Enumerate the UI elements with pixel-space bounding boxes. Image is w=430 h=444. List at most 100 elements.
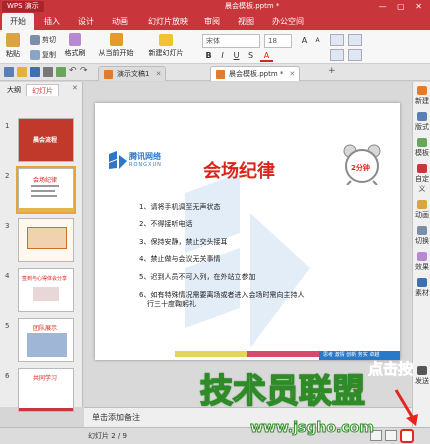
close-tab-icon[interactable]: ✕ xyxy=(156,67,162,82)
tab-home[interactable]: 开始 xyxy=(2,13,34,30)
format-painter-button[interactable]: 格式刷 xyxy=(62,32,88,62)
slide-canvas[interactable]: 腾讯网络 RONGXUN 会场纪律 2分钟 1、请将手机调至无声状态 2、不得接… xyxy=(95,103,400,360)
sidebar-item-template[interactable]: 模板 xyxy=(413,138,430,158)
undo-icon[interactable]: ↶ xyxy=(69,66,77,76)
doc-tab-presentation1[interactable]: 演示文稿1 ✕ xyxy=(98,66,167,82)
font-color-button[interactable]: A xyxy=(260,49,273,62)
bullet-3: 3、保持安静，禁止交头接耳 xyxy=(139,238,228,246)
footer-band-yellow xyxy=(175,351,247,357)
shadow-button[interactable]: S xyxy=(244,49,257,62)
tab-animation[interactable]: 动画 xyxy=(104,13,136,30)
tab-design[interactable]: 设计 xyxy=(70,13,102,30)
grow-font-button[interactable]: A xyxy=(298,34,311,47)
tab-review[interactable]: 审阅 xyxy=(196,13,228,30)
bullet-2: 2、不得接听电话 xyxy=(139,220,193,228)
bullets-icon[interactable] xyxy=(330,49,344,61)
transition-icon xyxy=(417,226,427,235)
bullet-4: 4、禁止做与会议无关事情 xyxy=(139,255,221,263)
close-panel-icon[interactable]: ✕ xyxy=(72,84,78,92)
ribbon-toolbar: 粘贴 剪切 复制 格式刷 从当前开始 新建幻灯片 宋体 18 A A B I U… xyxy=(0,30,430,64)
open-folder-icon[interactable] xyxy=(17,67,27,77)
material-icon xyxy=(417,278,427,287)
underline-button[interactable]: U xyxy=(230,49,243,62)
scissors-icon xyxy=(30,35,40,45)
slide-number: 4 xyxy=(5,272,10,280)
align-left-icon[interactable] xyxy=(330,34,344,46)
sidebar-item-new[interactable]: 新建 xyxy=(413,86,430,106)
sidebar-item-animation[interactable]: 动画 xyxy=(413,200,430,220)
doc-tab-morning-meeting[interactable]: 晨会模板.pptm * ✕ xyxy=(210,66,301,82)
paste-button[interactable]: 粘贴 xyxy=(4,32,22,62)
tab-slides[interactable]: 幻灯片 xyxy=(26,84,59,96)
play-icon xyxy=(109,33,123,46)
tab-view[interactable]: 视图 xyxy=(230,13,262,30)
window-controls[interactable]: — ▢ ✕ xyxy=(379,0,426,13)
tab-office-space[interactable]: 办公空间 xyxy=(264,13,312,30)
italic-button[interactable]: I xyxy=(216,49,229,62)
title-bar: WPS 演示 晨会模板.pptm * — ▢ ✕ xyxy=(0,0,430,13)
footer-band-pink xyxy=(247,351,319,357)
sidebar-item-send[interactable]: 发送 xyxy=(413,366,430,386)
new-icon xyxy=(417,86,427,95)
rongxun-logo-icon xyxy=(109,151,127,169)
sidebar-item-effect[interactable]: 效果 xyxy=(413,252,430,272)
slide-counter: 幻灯片 2 / 9 xyxy=(88,432,127,440)
tab-slideshow[interactable]: 幻灯片放映 xyxy=(140,13,196,30)
send-icon xyxy=(417,366,427,375)
slide-thumbnail-3[interactable] xyxy=(18,218,74,262)
from-current-button[interactable]: 从当前开始 xyxy=(96,32,136,62)
font-name-select[interactable]: 宋体 xyxy=(202,34,260,48)
sidebar-item-transition[interactable]: 切换 xyxy=(413,226,430,246)
numbering-icon[interactable] xyxy=(348,49,362,61)
sidebar-item-layout[interactable]: 版式 xyxy=(413,112,430,132)
slide-thumbnail-2[interactable]: 会场纪律 xyxy=(16,166,76,214)
slideshow-button[interactable] xyxy=(400,429,414,443)
close-tab-icon[interactable]: ✕ xyxy=(290,67,296,82)
tab-outline[interactable]: 大纲 xyxy=(2,84,26,96)
add-tab-icon[interactable]: + xyxy=(328,66,336,76)
logo-subtitle: RONGXUN xyxy=(129,162,162,168)
copy-icon xyxy=(30,50,40,60)
wps-app-menu-button[interactable]: WPS 演示 xyxy=(2,1,44,12)
template-icon xyxy=(417,138,427,147)
slide-number: 1 xyxy=(5,122,10,130)
slide-thumbnail-1[interactable]: 晨会流程 xyxy=(18,118,74,162)
sidebar-item-material[interactable]: 素材 xyxy=(413,278,430,298)
bullet-6: 6、如有特殊情况需要离场或者进入会场时需向主持人 xyxy=(139,291,305,299)
watermark-url: www.jsgho.com xyxy=(250,420,375,437)
tab-insert[interactable]: 插入 xyxy=(36,13,68,30)
print-icon[interactable] xyxy=(43,67,53,77)
preview-icon[interactable] xyxy=(56,67,66,77)
notes-placeholder: 单击添加备注 xyxy=(92,413,140,422)
align-center-icon[interactable] xyxy=(348,34,362,46)
slide-number: 5 xyxy=(5,322,10,330)
custom-icon xyxy=(417,164,427,173)
menu-bar: 开始 插入 设计 动画 幻灯片放映 审阅 视图 办公空间 xyxy=(0,13,430,30)
slide-title[interactable]: 会场纪律 xyxy=(203,157,275,183)
bold-button[interactable]: B xyxy=(202,49,215,62)
font-size-select[interactable]: 18 xyxy=(264,34,292,48)
slide-thumbnail-5[interactable]: 团队展示 xyxy=(18,318,74,362)
cut-button[interactable]: 剪切 xyxy=(30,33,56,47)
shrink-font-button[interactable]: A xyxy=(311,34,324,47)
new-slide-icon xyxy=(159,34,173,46)
new-doc-icon[interactable] xyxy=(4,67,14,77)
logo-name: 腾讯网络 xyxy=(129,152,161,161)
bullet-1: 1、请将手机调至无声状态 xyxy=(139,203,221,211)
slide-number: 3 xyxy=(5,222,10,230)
clipboard-icon xyxy=(6,33,20,47)
slide-thumbnail-6[interactable]: 共同学习 xyxy=(18,368,74,412)
presentation-file-icon xyxy=(216,70,225,79)
slide-thumbnail-4[interactable]: 签到与心得体会分享 xyxy=(18,268,74,312)
sidebar-item-custom[interactable]: 自定义 xyxy=(413,164,430,194)
save-icon[interactable] xyxy=(30,67,40,77)
new-slide-button[interactable]: 新建幻灯片 xyxy=(142,32,190,62)
sorter-view-icon[interactable] xyxy=(385,430,397,441)
presentation-file-icon xyxy=(104,70,113,79)
animation-icon xyxy=(417,200,427,209)
copy-button[interactable]: 复制 xyxy=(30,48,56,62)
effect-icon xyxy=(417,252,427,261)
slide-number: 6 xyxy=(5,372,10,380)
redo-icon[interactable]: ↷ xyxy=(80,66,88,76)
hint-arrow-icon xyxy=(394,389,418,426)
